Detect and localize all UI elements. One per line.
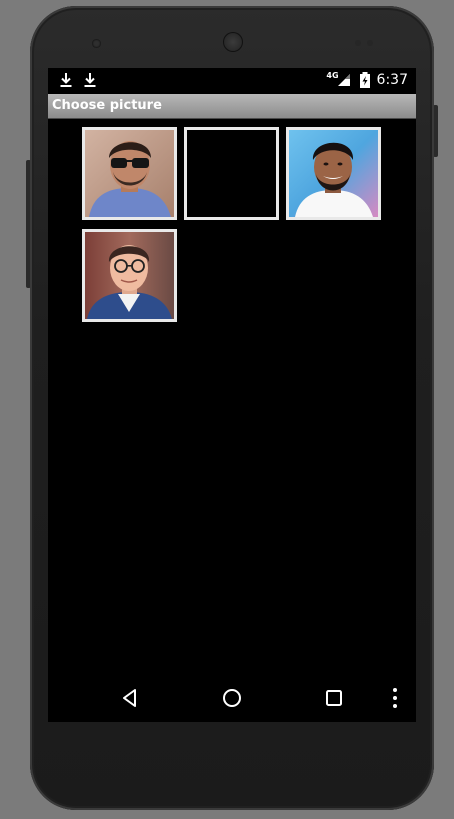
recents-icon[interactable] <box>320 684 348 712</box>
network-type-label: 4G <box>326 70 339 80</box>
battery-charging-icon <box>359 72 370 88</box>
status-clock: 6:37 <box>376 72 408 88</box>
picture-tile-4[interactable] <box>82 229 177 322</box>
phone-screen: 4G 6:37 Choose picture <box>48 68 416 722</box>
home-icon[interactable] <box>218 684 246 712</box>
portrait-photo <box>85 232 174 319</box>
status-indicators: 4G 6:37 <box>326 70 408 90</box>
picture-tile-2-empty[interactable] <box>184 127 279 220</box>
picture-tile-1[interactable] <box>82 127 177 220</box>
download-icon <box>84 73 96 87</box>
proximity-sensor-icon <box>355 40 375 46</box>
back-icon[interactable] <box>116 684 144 712</box>
picture-tile-3[interactable] <box>286 127 381 220</box>
action-bar: Choose picture <box>48 94 416 119</box>
signal-strength-icon <box>337 74 350 86</box>
download-icon <box>60 73 72 87</box>
front-camera-icon <box>92 39 101 48</box>
portrait-photo <box>289 130 378 217</box>
earpiece-speaker-icon <box>223 32 243 52</box>
portrait-photo <box>85 130 174 217</box>
page-title: Choose picture <box>52 98 162 113</box>
overflow-menu-icon[interactable] <box>382 684 408 712</box>
navigation-bar <box>48 674 416 722</box>
status-bar: 4G 6:37 <box>48 68 416 92</box>
